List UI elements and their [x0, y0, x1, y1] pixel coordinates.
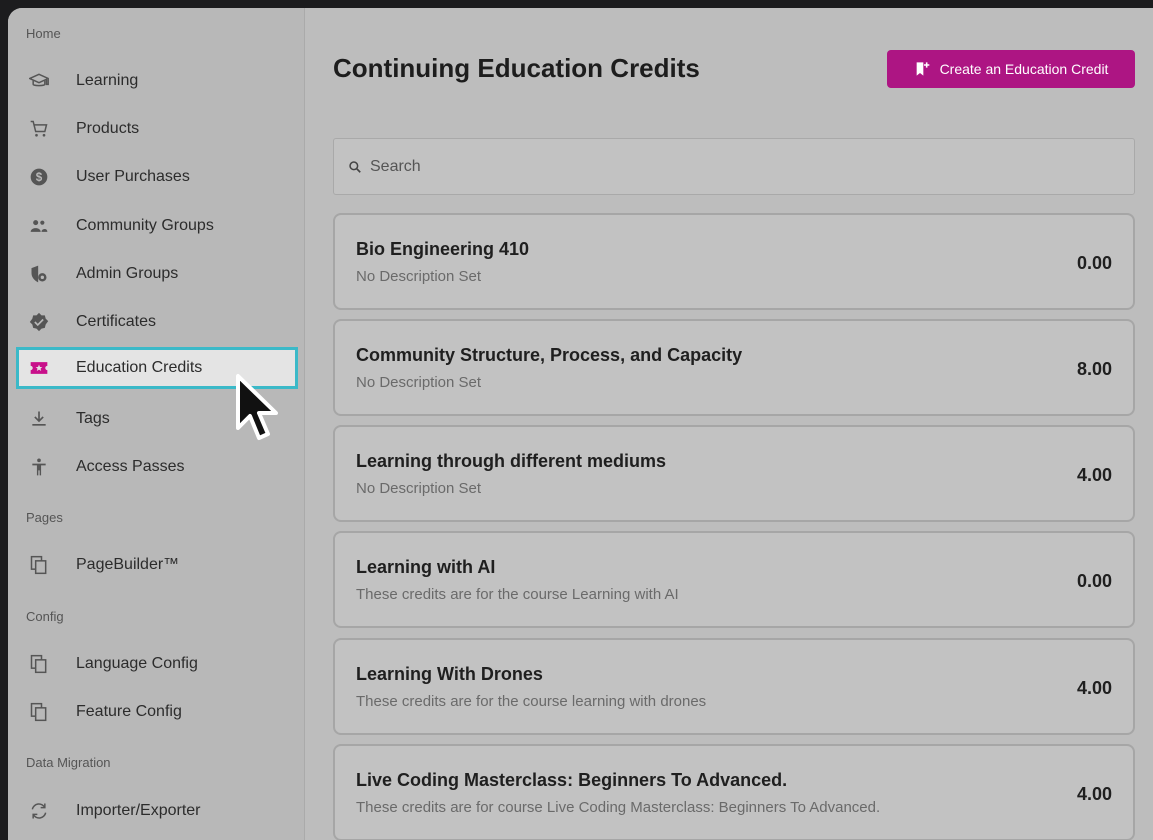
create-button-label: Create an Education Credit	[939, 61, 1109, 77]
sidebar-item-label: User Purchases	[76, 168, 190, 185]
sidebar-item-label: Access Passes	[76, 458, 185, 475]
section-label-config: Config	[26, 609, 64, 624]
page-title: Continuing Education Credits	[333, 53, 700, 83]
credit-card[interactable]: Learning With Drones These credits are f…	[333, 638, 1135, 735]
credit-card[interactable]: Learning through different mediums No De…	[333, 425, 1135, 522]
credit-title: Bio Engineering 410	[356, 239, 530, 259]
svg-text:$: $	[36, 171, 43, 184]
sidebar-item-label: Education Credits	[76, 359, 203, 376]
sidebar-item-importer-exporter[interactable]: Importer/Exporter	[16, 793, 290, 829]
sidebar-item-user-purchases[interactable]: $ User Purchases	[16, 159, 290, 195]
sidebar-item-label: Tags	[76, 410, 110, 427]
cart-icon	[28, 118, 50, 140]
sidebar-item-label: PageBuilder™	[76, 556, 180, 573]
credit-card[interactable]: Live Coding Masterclass: Beginners To Ad…	[333, 744, 1135, 840]
badge-check-icon	[28, 311, 50, 333]
sidebar-item-community-groups[interactable]: Community Groups	[16, 208, 290, 244]
credit-value: 0.00	[1076, 253, 1112, 273]
credit-card[interactable]: Community Structure, Process, and Capaci…	[333, 319, 1135, 416]
section-label-data-migration: Data Migration	[26, 755, 111, 770]
sidebar-item-education-credits[interactable]: Education Credits	[16, 347, 298, 389]
credit-card[interactable]: Learning with AI These credits are for t…	[333, 531, 1135, 628]
sync-arrows-icon	[28, 800, 50, 822]
sidebar-item-label: Importer/Exporter	[76, 802, 201, 819]
credit-description: No Description Set	[356, 268, 482, 285]
credit-description: These credits are for the course learnin…	[356, 693, 707, 710]
create-education-credit-button[interactable]: Create an Education Credit	[887, 50, 1135, 88]
main-content: Continuing Education Credits Create an E…	[305, 8, 1153, 840]
ticket-star-icon	[28, 357, 50, 379]
section-label-home: Home	[26, 26, 61, 41]
sidebar-item-tags[interactable]: Tags	[16, 401, 290, 437]
sidebar-item-label: Community Groups	[76, 217, 214, 234]
search-icon	[348, 160, 362, 174]
credit-value: 4.00	[1076, 465, 1112, 485]
download-icon	[28, 408, 50, 430]
sidebar-item-feature-config[interactable]: Feature Config	[16, 694, 290, 730]
sidebar-item-label: Learning	[76, 72, 139, 89]
credit-value: 4.00	[1076, 678, 1112, 698]
credit-description: These credits are for the course Learnin…	[356, 586, 679, 603]
sidebar-item-pagebuilder[interactable]: PageBuilder™	[16, 547, 290, 583]
sidebar-item-label: Certificates	[76, 313, 157, 330]
credit-title: Learning with AI	[356, 557, 496, 577]
sidebar-item-admin-groups[interactable]: Admin Groups	[16, 256, 290, 292]
credit-value: 4.00	[1076, 784, 1112, 804]
credit-title: Live Coding Masterclass: Beginners To Ad…	[356, 770, 788, 790]
app-window: Home Learning Products $ User Purchases …	[8, 8, 1153, 840]
credit-title: Learning With Drones	[356, 664, 543, 684]
sidebar-item-label: Language Config	[76, 655, 198, 672]
sidebar-item-access-passes[interactable]: Access Passes	[16, 449, 290, 485]
copy-pages-icon	[28, 653, 50, 675]
credit-value: 0.00	[1076, 571, 1112, 591]
credit-description: No Description Set	[356, 480, 482, 497]
credit-value: 8.00	[1076, 359, 1112, 379]
dollar-circle-icon: $	[28, 166, 50, 188]
graduation-cap-icon	[28, 70, 50, 92]
sidebar-item-language-config[interactable]: Language Config	[16, 646, 290, 682]
credit-title: Community Structure, Process, and Capaci…	[356, 345, 743, 365]
search-input[interactable]	[368, 156, 1072, 177]
sidebar-item-label: Admin Groups	[76, 265, 179, 282]
accessibility-icon	[28, 456, 50, 478]
credit-title: Learning through different mediums	[356, 451, 667, 471]
sidebar-item-learning[interactable]: Learning	[16, 63, 290, 99]
shield-gear-icon	[28, 263, 50, 285]
credit-card[interactable]: Bio Engineering 410 No Description Set 0…	[333, 213, 1135, 310]
sidebar-item-products[interactable]: Products	[16, 111, 290, 147]
search-field[interactable]	[333, 138, 1135, 195]
ticket-add-icon	[914, 61, 930, 77]
sidebar-item-certificates[interactable]: Certificates	[16, 304, 290, 340]
credit-description: These credits are for course Live Coding…	[356, 799, 881, 816]
people-icon	[28, 215, 50, 237]
sidebar-item-label: Feature Config	[76, 703, 182, 720]
sidebar-item-label: Products	[76, 120, 140, 137]
credit-description: No Description Set	[356, 374, 482, 391]
sidebar: Home Learning Products $ User Purchases …	[8, 8, 305, 840]
copy-pages-icon	[28, 554, 50, 576]
copy-pages-icon	[28, 701, 50, 723]
section-label-pages: Pages	[26, 510, 63, 525]
